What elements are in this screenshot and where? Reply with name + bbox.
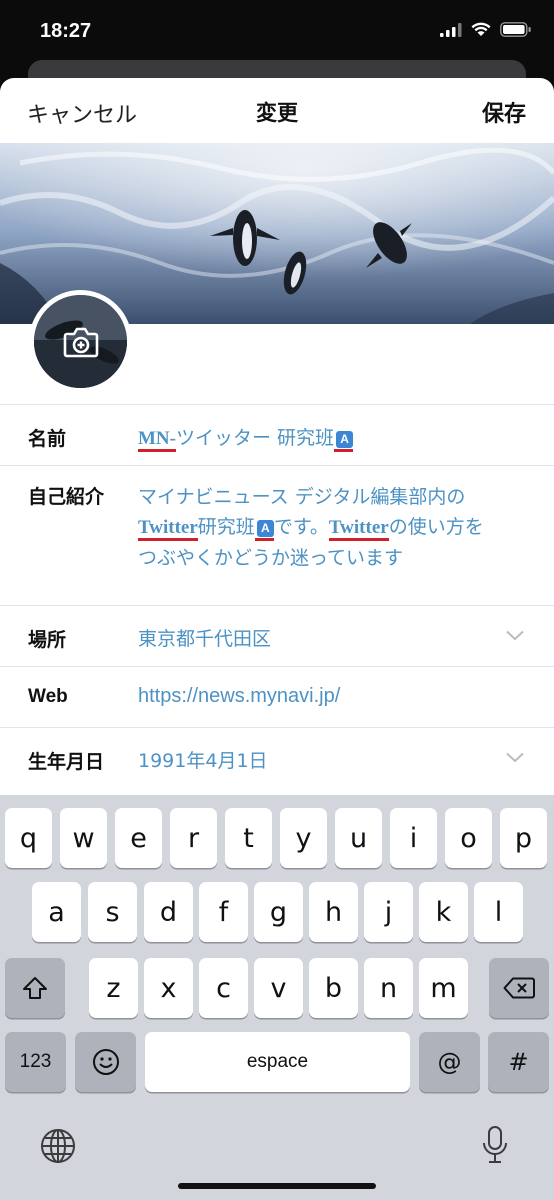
bio-twitter-word: Twitter bbox=[138, 517, 198, 541]
name-value-part2: ツイッター 研究班 bbox=[175, 427, 335, 449]
location-field-row[interactable]: 場所 東京都千代田区 bbox=[0, 605, 554, 666]
key-i[interactable]: i bbox=[390, 808, 437, 868]
key-g[interactable]: g bbox=[254, 882, 303, 942]
bio-label: 自己紹介 bbox=[28, 486, 105, 508]
microphone-icon[interactable] bbox=[482, 1125, 508, 1165]
space-key[interactable]: espace bbox=[145, 1032, 410, 1092]
save-button[interactable]: 保存 bbox=[482, 96, 526, 128]
bio-line-2: Twitter研究班 A です。Twitterの使い方を bbox=[138, 512, 538, 543]
name-value-part1: MN- bbox=[138, 428, 176, 452]
status-time: 18:27 bbox=[40, 20, 92, 42]
web-label: Web bbox=[28, 686, 68, 707]
key-t[interactable]: t bbox=[225, 808, 272, 868]
page-title: 変更 bbox=[256, 101, 298, 125]
key-p[interactable]: p bbox=[500, 808, 547, 868]
name-label: 名前 bbox=[28, 428, 67, 450]
at-key[interactable]: @ bbox=[419, 1032, 480, 1092]
key-q[interactable]: q bbox=[5, 808, 52, 868]
bio-twitter-word: Twitter bbox=[328, 517, 389, 541]
backspace-key[interactable] bbox=[489, 958, 549, 1018]
location-input[interactable]: 東京都千代田区 bbox=[138, 624, 271, 651]
chevron-down-icon[interactable] bbox=[506, 630, 524, 641]
home-indicator[interactable] bbox=[178, 1183, 376, 1189]
emoji-icon bbox=[92, 1049, 119, 1075]
birthday-input[interactable]: 1991年4月1日 bbox=[138, 746, 268, 773]
bio-input[interactable]: マイナビニュース デジタル編集部内の Twitter研究班 A です。Twitter… bbox=[138, 482, 538, 573]
key-y[interactable]: y bbox=[280, 808, 327, 868]
key-m[interactable]: m bbox=[419, 958, 468, 1018]
bio-line-3: つぶやくかどうか迷っています bbox=[138, 547, 404, 569]
key-v[interactable]: v bbox=[254, 958, 303, 1018]
bio-text: の使い方を bbox=[388, 516, 484, 538]
wifi-icon bbox=[471, 22, 491, 36]
key-a[interactable]: a bbox=[32, 882, 81, 942]
bio-text: 研究班 bbox=[197, 516, 255, 538]
status-icons bbox=[440, 22, 532, 37]
camera-plus-icon[interactable] bbox=[34, 295, 127, 388]
birthday-field-row[interactable]: 生年月日 1991年4月1日 bbox=[0, 727, 554, 788]
key-r[interactable]: r bbox=[170, 808, 217, 868]
hash-key[interactable]: # bbox=[488, 1032, 549, 1092]
name-input[interactable]: MN-ツイッター 研究班 A bbox=[138, 423, 354, 452]
key-s[interactable]: s bbox=[88, 882, 137, 942]
globe-icon[interactable] bbox=[40, 1128, 76, 1164]
ad-tag-icon: A bbox=[334, 427, 354, 452]
key-w[interactable]: w bbox=[60, 808, 107, 868]
chevron-down-icon[interactable] bbox=[506, 752, 524, 763]
key-x[interactable]: x bbox=[144, 958, 193, 1018]
keyboard: q w e r t y u i o p a s d f g h j k l z … bbox=[0, 795, 554, 1200]
key-z[interactable]: z bbox=[89, 958, 138, 1018]
key-k[interactable]: k bbox=[419, 882, 468, 942]
key-l[interactable]: l bbox=[474, 882, 523, 942]
avatar[interactable] bbox=[29, 290, 132, 393]
emoji-key[interactable] bbox=[75, 1032, 136, 1092]
key-h[interactable]: h bbox=[309, 882, 358, 942]
numbers-key[interactable]: 123 bbox=[5, 1032, 66, 1092]
key-n[interactable]: n bbox=[364, 958, 413, 1018]
web-field-row[interactable]: Web https://news.mynavi.jp/ bbox=[0, 666, 554, 727]
bio-field-row[interactable]: 自己紹介 マイナビニュース デジタル編集部内の Twitter研究班 A です。Tw… bbox=[0, 465, 554, 605]
navigation-bar: キャンセル 変更 保存 bbox=[0, 78, 554, 143]
bio-text: です。 bbox=[273, 516, 329, 538]
shift-key[interactable] bbox=[5, 958, 65, 1018]
key-e[interactable]: e bbox=[115, 808, 162, 868]
key-b[interactable]: b bbox=[309, 958, 358, 1018]
location-label: 場所 bbox=[28, 629, 67, 651]
key-c[interactable]: c bbox=[199, 958, 248, 1018]
battery-icon bbox=[500, 22, 531, 37]
ad-tag-icon: A bbox=[254, 516, 274, 541]
birthday-label: 生年月日 bbox=[28, 751, 105, 773]
status-bar: 18:27 bbox=[0, 0, 554, 62]
shift-icon bbox=[23, 977, 47, 999]
key-o[interactable]: o bbox=[445, 808, 492, 868]
bio-line-1: マイナビニュース デジタル編集部内の bbox=[138, 486, 466, 508]
key-u[interactable]: u bbox=[335, 808, 382, 868]
key-d[interactable]: d bbox=[144, 882, 193, 942]
key-f[interactable]: f bbox=[199, 882, 248, 942]
delete-icon bbox=[503, 977, 535, 999]
signal-icon bbox=[440, 22, 462, 37]
name-field-row[interactable]: 名前 MN-ツイッター 研究班 A bbox=[0, 404, 554, 465]
web-input[interactable]: https://news.mynavi.jp/ bbox=[138, 685, 340, 708]
key-j[interactable]: j bbox=[364, 882, 413, 942]
